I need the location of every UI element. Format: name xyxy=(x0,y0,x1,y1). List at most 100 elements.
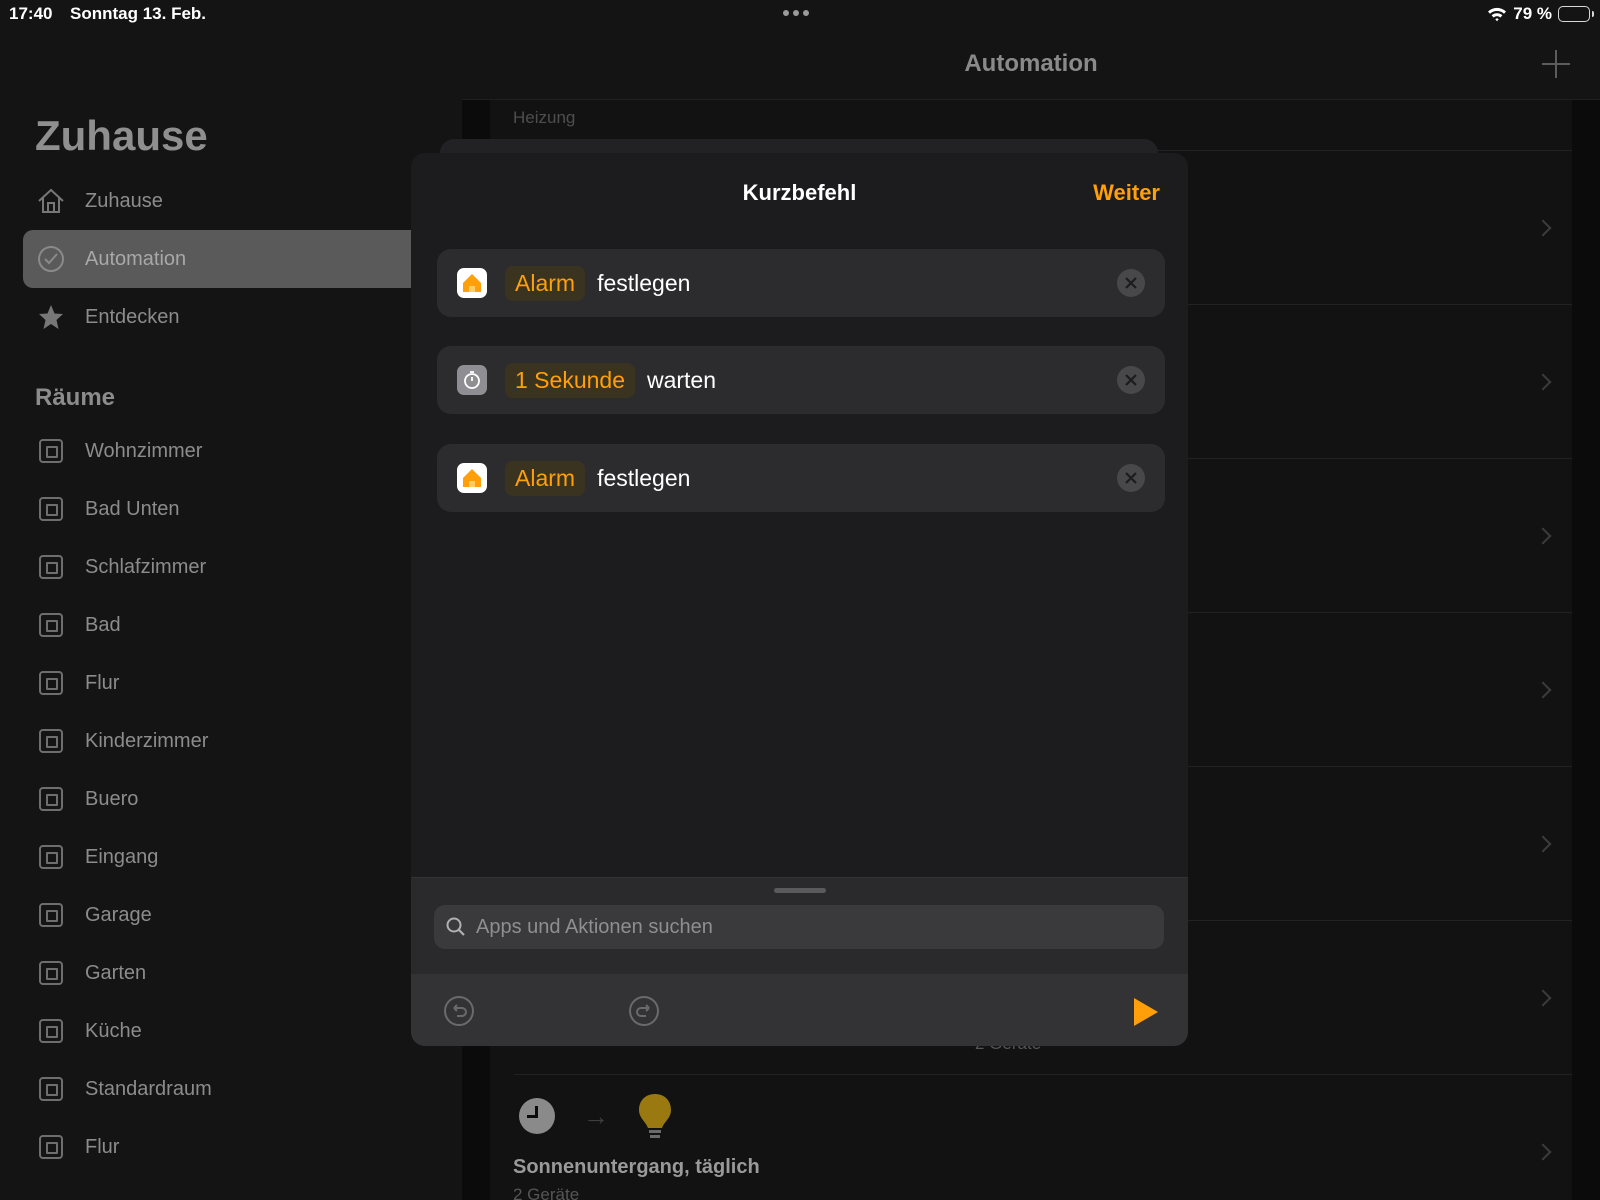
room-label: Buero xyxy=(85,787,139,810)
section-label-heizung: Heizung xyxy=(513,108,576,127)
sidebar-room-item[interactable]: Flur xyxy=(23,654,463,712)
lightbulb-icon xyxy=(637,1092,673,1140)
room-label: Kinderzimmer xyxy=(85,729,209,752)
room-icon xyxy=(39,903,63,927)
room-icon xyxy=(39,787,63,811)
search-icon xyxy=(446,917,465,936)
room-icon xyxy=(39,729,63,753)
action-verb: festlegen xyxy=(597,464,691,491)
add-automation-button[interactable] xyxy=(1542,50,1570,78)
undo-button[interactable] xyxy=(443,995,475,1027)
room-icon xyxy=(39,845,63,869)
timer-icon xyxy=(457,365,487,395)
sidebar-room-item[interactable]: Bad xyxy=(23,596,463,654)
page-title: Automation xyxy=(964,50,1098,77)
action-set-alarm[interactable]: Alarm festlegen xyxy=(437,249,1165,317)
room-icon xyxy=(39,1019,63,1043)
close-icon xyxy=(1125,277,1137,289)
sidebar-room-item[interactable]: Buero xyxy=(23,770,463,828)
search-input[interactable]: Apps und Aktionen suchen xyxy=(476,916,713,939)
room-label: Bad Unten xyxy=(85,497,180,520)
redo-button[interactable] xyxy=(628,995,660,1027)
wifi-icon xyxy=(1488,7,1507,22)
play-button[interactable] xyxy=(1134,998,1158,1026)
remove-action-button[interactable] xyxy=(1117,269,1145,297)
sidebar-room-item[interactable]: Schlafzimmer xyxy=(23,538,463,596)
actions-drawer: Apps und Aktionen suchen xyxy=(411,877,1188,1046)
remove-action-button[interactable] xyxy=(1117,464,1145,492)
battery-percent: 79 % xyxy=(1513,4,1552,23)
status-time: 17:40 xyxy=(9,4,53,23)
sidebar-room-item[interactable]: Küche xyxy=(23,1002,463,1060)
house-icon xyxy=(37,187,65,215)
status-right: 79 % xyxy=(1487,4,1594,24)
sidebar-room-item[interactable]: Standardraum xyxy=(23,1060,463,1118)
sidebar-item-entdecken[interactable]: Entdecken xyxy=(23,288,463,346)
room-label: Garage xyxy=(85,903,152,926)
sheet-title: Kurzbefehl xyxy=(742,180,857,205)
multitasking-dots-icon[interactable] xyxy=(783,10,809,16)
remove-action-button[interactable] xyxy=(1117,366,1145,394)
close-icon xyxy=(1125,374,1137,386)
status-date: Sonntag 13. Feb. xyxy=(70,4,207,23)
home-app-icon xyxy=(457,463,487,493)
sidebar-room-item[interactable]: Bad Unten xyxy=(23,480,463,538)
sidebar-room-item[interactable]: Eingang xyxy=(23,828,463,886)
action-parameter[interactable]: 1 Sekunde xyxy=(505,362,635,398)
sidebar-item-label: Entdecken xyxy=(85,305,180,328)
sidebar-item-label: Zuhause xyxy=(85,189,163,212)
action-wait[interactable]: 1 Sekunde warten xyxy=(437,346,1165,414)
action-set-alarm[interactable]: Alarm festlegen xyxy=(437,444,1165,512)
room-icon xyxy=(39,671,63,695)
room-label: Wohnzimmer xyxy=(85,439,203,462)
room-icon xyxy=(39,1077,63,1101)
close-icon xyxy=(1125,472,1137,484)
sidebar: Zuhause Zuhause Automation Entdecken Räu… xyxy=(0,0,463,1200)
sidebar-room-item[interactable]: Flur xyxy=(23,1118,463,1176)
clock-icon xyxy=(37,245,65,273)
room-label: Bad xyxy=(85,613,121,636)
redo-icon xyxy=(629,996,659,1026)
battery-icon xyxy=(1558,6,1594,22)
clock-icon xyxy=(519,1098,555,1134)
home-app-icon xyxy=(457,268,487,298)
room-label: Eingang xyxy=(85,845,159,868)
automation-row-sunset[interactable]: → Sonnenuntergang, täglich 2 Geräte xyxy=(513,1092,1513,1200)
search-field[interactable]: Apps und Aktionen suchen xyxy=(434,905,1164,949)
automation-title: Sonnenuntergang, täglich xyxy=(513,1156,760,1178)
shortcut-sheet: Kurzbefehl Weiter Alarm festlegen 1 Seku… xyxy=(411,153,1188,1046)
room-icon xyxy=(39,555,63,579)
room-label: Standardraum xyxy=(85,1077,212,1100)
room-label: Küche xyxy=(85,1019,142,1042)
room-icon xyxy=(39,439,63,463)
rooms-heading: Räume xyxy=(35,384,116,411)
sidebar-item-zuhause[interactable]: Zuhause xyxy=(23,172,463,230)
undo-icon xyxy=(444,996,474,1026)
sidebar-room-item[interactable]: Garten xyxy=(23,944,463,1002)
sidebar-item-automation[interactable]: Automation xyxy=(23,230,463,288)
room-icon xyxy=(39,1135,63,1159)
action-parameter[interactable]: Alarm xyxy=(505,265,586,301)
sidebar-item-label: Automation xyxy=(85,247,187,270)
automation-subtitle: 2 Geräte xyxy=(513,1185,580,1200)
action-verb: festlegen xyxy=(597,269,691,296)
row-divider xyxy=(514,1074,1572,1075)
action-verb: warten xyxy=(646,366,717,393)
room-icon xyxy=(39,613,63,637)
room-label: Flur xyxy=(85,1135,120,1158)
arrow-right-icon: → xyxy=(583,1100,609,1131)
sheet-toolbar xyxy=(411,974,1188,1046)
room-label: Flur xyxy=(85,671,120,694)
sidebar-room-item[interactable]: Wohnzimmer xyxy=(23,422,463,480)
status-bar: 17:40 Sonntag 13. Feb. 79 % xyxy=(0,0,1600,32)
room-icon xyxy=(39,961,63,985)
star-icon xyxy=(37,303,65,331)
action-parameter[interactable]: Alarm xyxy=(505,460,586,496)
room-label: Garten xyxy=(85,961,147,984)
sidebar-title: Zuhause xyxy=(35,112,208,159)
next-button[interactable]: Weiter xyxy=(1093,180,1160,206)
room-icon xyxy=(39,497,63,521)
drawer-grabber[interactable] xyxy=(774,888,826,893)
sidebar-room-item[interactable]: Garage xyxy=(23,886,463,944)
sidebar-room-item[interactable]: Kinderzimmer xyxy=(23,712,463,770)
